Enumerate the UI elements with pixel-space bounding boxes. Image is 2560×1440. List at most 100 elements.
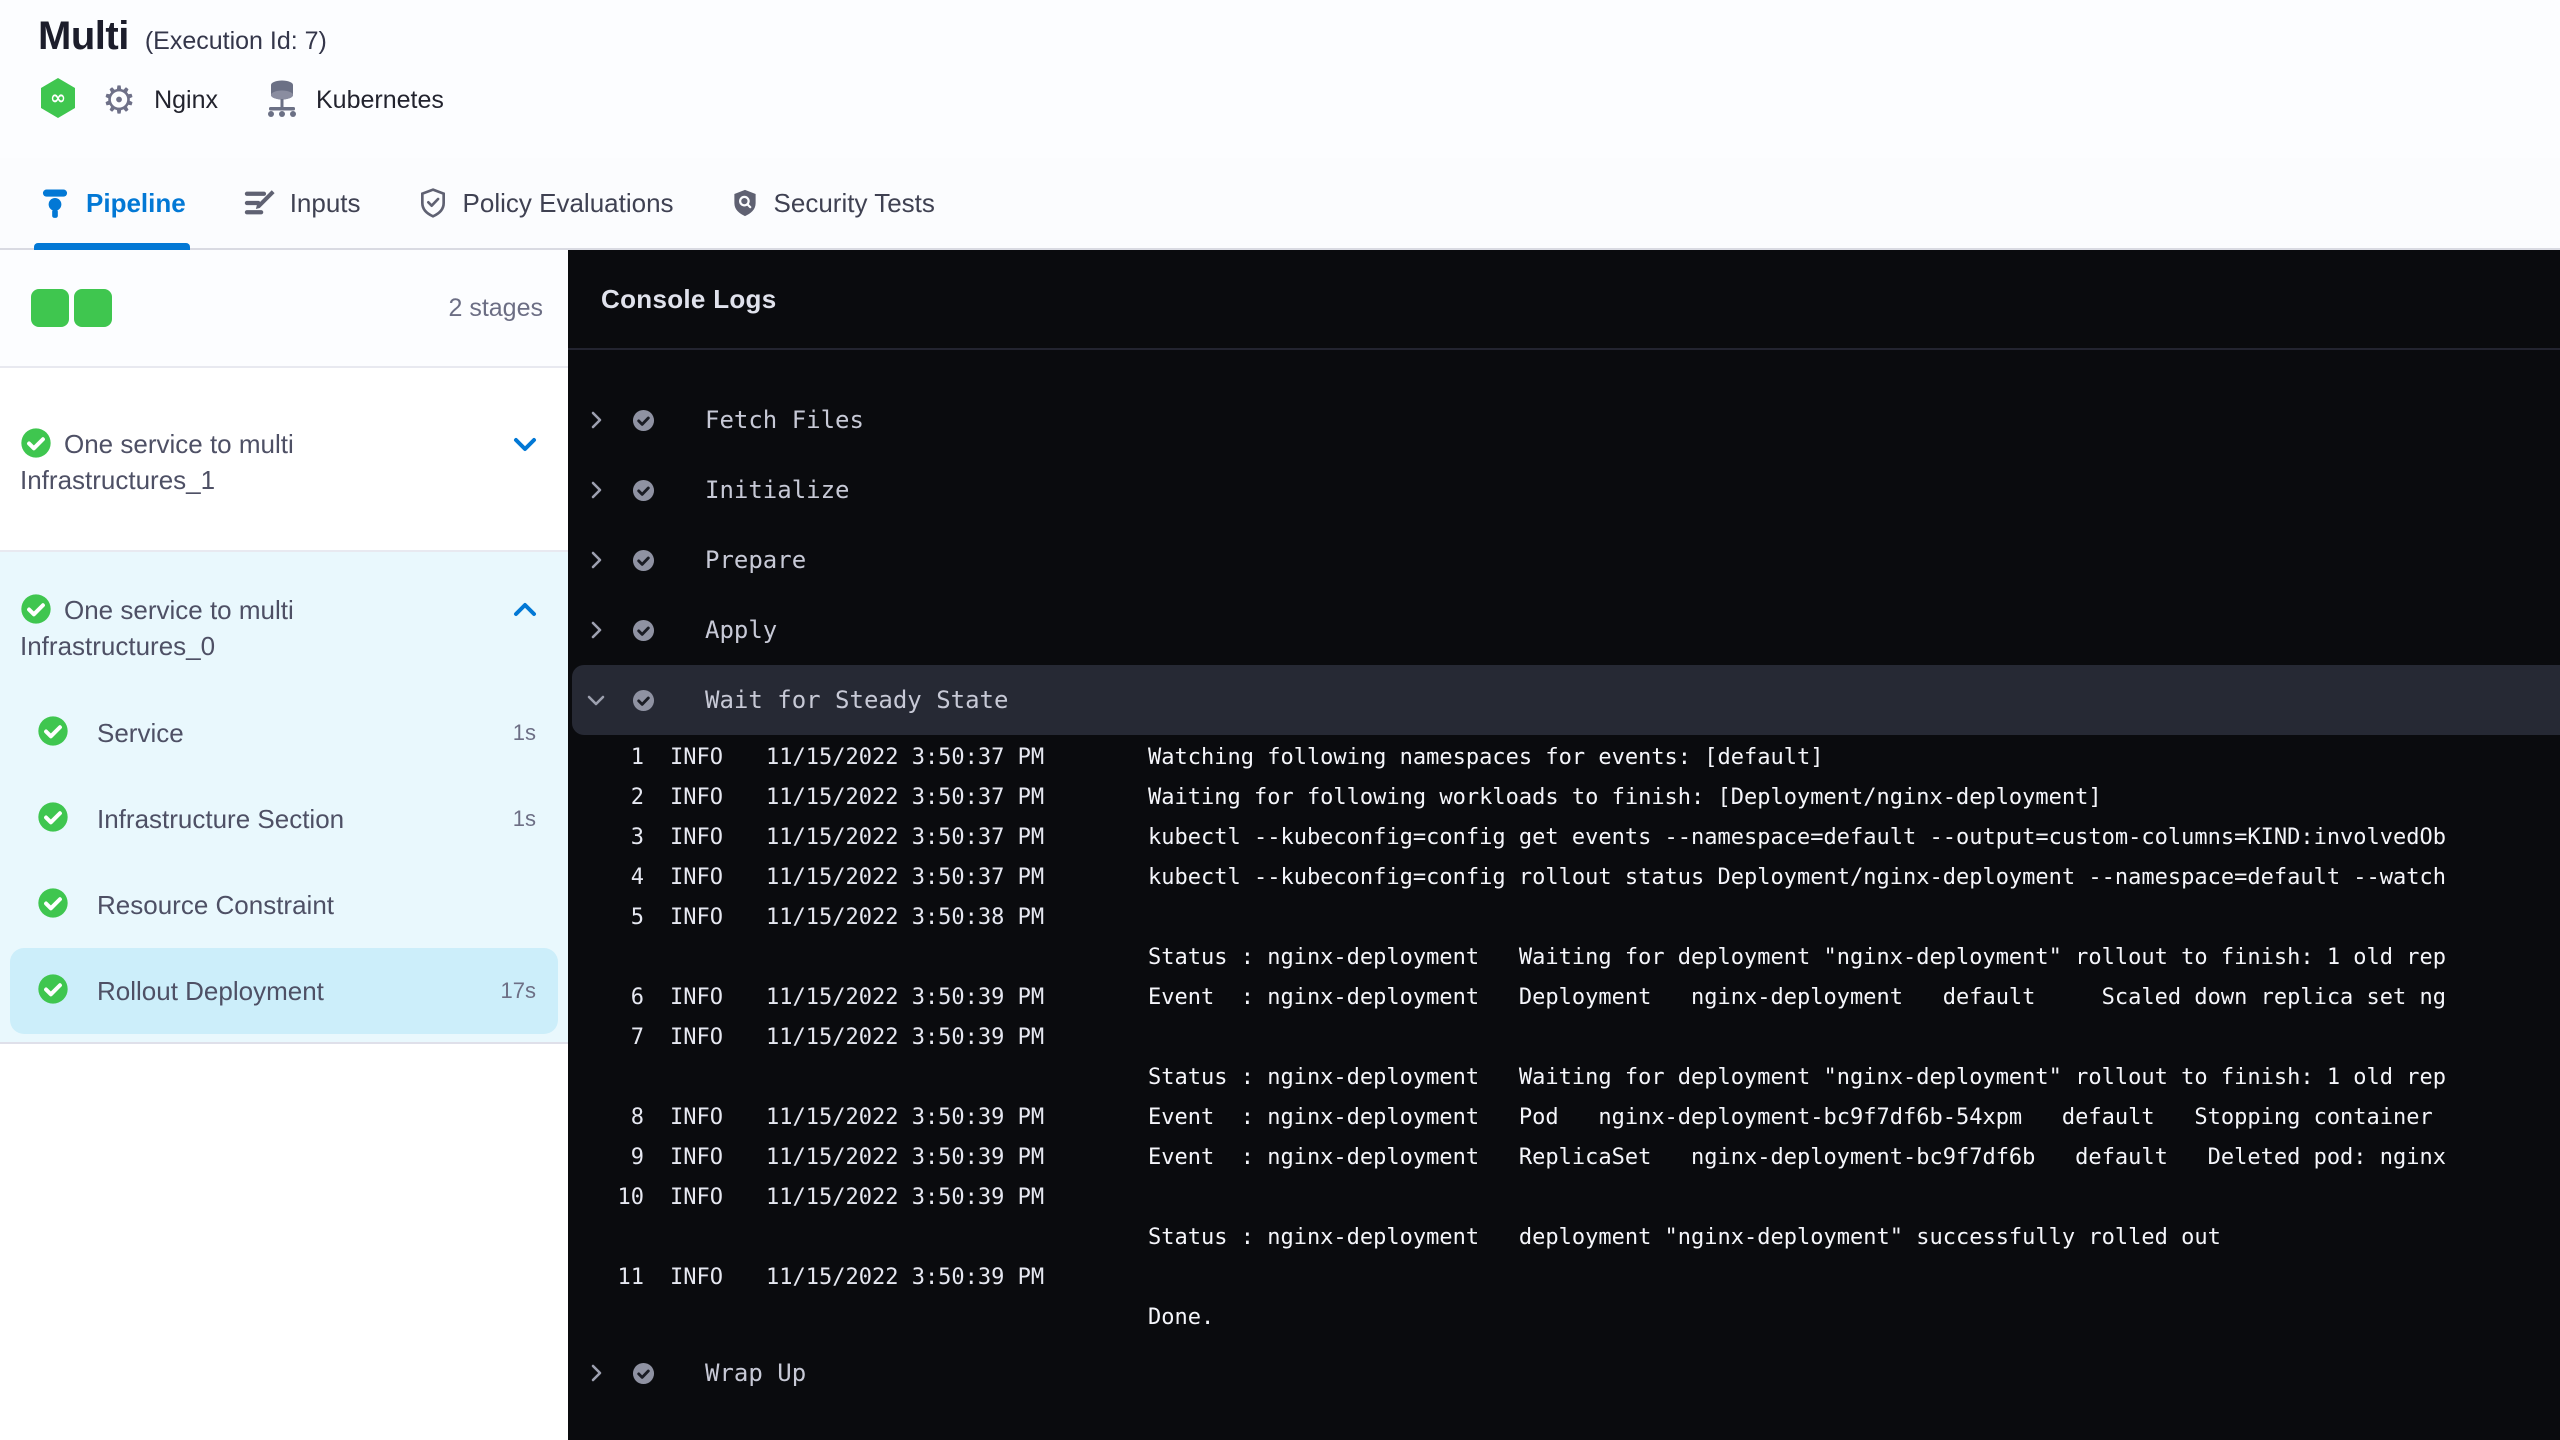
stage-graph-squares[interactable] — [31, 289, 448, 327]
console-body: Fetch Files Initialize Prepare Apply Wait fo… — [568, 350, 2560, 1408]
console-step-label: Wrap Up — [705, 1359, 807, 1387]
log-line-number: 2 — [630, 785, 644, 810]
log-level: INFO — [670, 825, 723, 850]
page-header: Multi (Execution Id: 7) ∞ ⚙ Nginx Kubern… — [0, 0, 2560, 158]
tab-label: Security Tests — [773, 187, 935, 218]
content-split: 2 stages One service to multi Infrastruc… — [0, 250, 2560, 1440]
step-label: Infrastructure Section — [97, 803, 345, 834]
log-line: Done. — [568, 1298, 2560, 1338]
title-row: Multi (Execution Id: 7) — [38, 14, 2560, 59]
log-timestamp: 11/15/2022 3:50:39 PM — [766, 1105, 1045, 1130]
log-level: INFO — [670, 1265, 723, 1290]
step-success-icon — [37, 801, 97, 838]
sidebar-step-rollout-deployment[interactable]: Rollout Deployment 17s — [10, 948, 558, 1034]
kubernetes-infrastructure-icon — [264, 78, 300, 123]
stage-square-success[interactable] — [74, 289, 112, 327]
log-timestamp: 11/15/2022 3:50:39 PM — [766, 1025, 1045, 1050]
stage-title-row[interactable]: One service to multi Infrastructures_0 — [0, 592, 568, 664]
log-line-number: 6 — [630, 985, 644, 1010]
log-level: INFO — [670, 985, 723, 1010]
log-line: 9 INFO 11/15/2022 3:50:39 PM Event : nginx-… — [568, 1138, 2560, 1178]
console-step-fetch-files[interactable]: Fetch Files — [568, 385, 2560, 455]
log-line: 3 INFO 11/15/2022 3:50:37 PM kubectl --kube… — [568, 818, 2560, 858]
tab-label: Pipeline — [86, 187, 186, 218]
log-line-number: 8 — [630, 1105, 644, 1130]
inputs-icon — [242, 186, 276, 220]
log-message: Waiting for following workloads to finis… — [1148, 785, 2102, 810]
log-line: Status : nginx-deployment Waiting for de… — [568, 1058, 2560, 1098]
log-timestamp: 11/15/2022 3:50:38 PM — [766, 905, 1045, 930]
stage-step-list: Service 1s Infrastructure Section 1s Resourc… — [0, 690, 568, 1034]
console-step-apply[interactable]: Apply — [568, 595, 2560, 665]
log-level: INFO — [670, 1105, 723, 1130]
console-step-label: Prepare — [705, 546, 807, 574]
sidebar-step-infrastructure-section[interactable]: Infrastructure Section 1s — [0, 776, 568, 862]
log-line-number — [568, 1218, 644, 1258]
tab-pipeline[interactable]: Pipeline — [34, 158, 190, 250]
log-timestamp: 11/15/2022 3:50:39 PM — [766, 1145, 1045, 1170]
log-level — [644, 1298, 766, 1338]
log-line-number: 1 — [630, 745, 644, 770]
tab-inputs[interactable]: Inputs — [238, 158, 365, 248]
console-step-wrap-up[interactable]: Wrap Up — [568, 1338, 2560, 1408]
log-level: INFO — [670, 1145, 723, 1170]
log-line: 2 INFO 11/15/2022 3:50:37 PM Waiting for fo… — [568, 778, 2560, 818]
console-panel: Console Logs Fetch Files Initialize Prepar… — [568, 250, 2560, 1440]
log-line: 4 INFO 11/15/2022 3:50:37 PM kubectl --kube… — [568, 858, 2560, 898]
step-duration: 17s — [500, 978, 536, 1003]
console-step-prepare[interactable]: Prepare — [568, 525, 2560, 595]
console-step-initialize[interactable]: Initialize — [568, 455, 2560, 525]
chevron-right-icon[interactable] — [584, 548, 608, 572]
step-success-icon — [632, 619, 655, 642]
step-duration: 1s — [512, 806, 536, 831]
sidebar-step-service[interactable]: Service 1s — [0, 690, 568, 776]
gear-icon: ⚙ — [102, 79, 137, 122]
log-level — [644, 1218, 766, 1258]
security-shield-search-icon — [730, 186, 760, 220]
step-success-icon — [632, 1362, 655, 1385]
console-step-label: Fetch Files — [705, 406, 864, 434]
log-timestamp: 11/15/2022 3:50:37 PM — [766, 785, 1045, 810]
log-timestamp: 11/15/2022 3:50:37 PM — [766, 745, 1045, 770]
sidebar-step-resource-constraint[interactable]: Resource Constraint — [0, 862, 568, 948]
chevron-right-icon[interactable] — [584, 478, 608, 502]
tab-security-tests[interactable]: Security Tests — [726, 158, 939, 248]
collapse-stage-chevron-icon[interactable] — [512, 600, 538, 625]
step-success-icon — [632, 409, 655, 432]
stages-header: 2 stages — [0, 250, 568, 368]
console-step-label: Apply — [705, 616, 778, 644]
log-message: Event : nginx-deployment Pod nginx-deplo… — [1148, 1105, 2433, 1130]
log-timestamp — [766, 1218, 1148, 1258]
svg-text:∞: ∞ — [50, 87, 66, 109]
step-success-icon — [632, 479, 655, 502]
log-timestamp: 11/15/2022 3:50:37 PM — [766, 865, 1045, 890]
stage-success-icon — [20, 594, 64, 625]
stage-success-icon — [20, 428, 64, 459]
tab-bar: Pipeline Inputs Policy Evaluations Security… — [0, 158, 2560, 250]
step-success-icon — [37, 887, 97, 924]
log-message: Status : nginx-deployment Waiting for de… — [1148, 945, 2447, 970]
step-duration: 1s — [512, 720, 536, 745]
chevron-right-icon[interactable] — [584, 618, 608, 642]
log-message: kubectl --kubeconfig=config get events -… — [1148, 825, 2447, 850]
tab-policy-evaluations[interactable]: Policy Evaluations — [413, 158, 678, 248]
log-timestamp: 11/15/2022 3:50:39 PM — [766, 1185, 1045, 1210]
log-line: Status : nginx-deployment deployment "ng… — [568, 1218, 2560, 1258]
log-level — [644, 938, 766, 978]
console-step-wait-for-steady-state[interactable]: Wait for Steady State — [572, 665, 2560, 735]
log-line-number — [568, 1058, 644, 1098]
chevron-down-icon[interactable] — [584, 688, 608, 712]
log-message: Done. — [1148, 1305, 1215, 1330]
log-line: 8 INFO 11/15/2022 3:50:39 PM Event : nginx-… — [568, 1098, 2560, 1138]
log-timestamp: 11/15/2022 3:50:37 PM — [766, 825, 1045, 850]
services-row: ∞ ⚙ Nginx Kubernetes — [38, 77, 2560, 124]
page-title: Multi — [38, 14, 129, 58]
log-timestamp — [766, 938, 1148, 978]
chevron-right-icon[interactable] — [584, 408, 608, 432]
expand-stage-chevron-icon[interactable] — [512, 434, 538, 459]
chevron-right-icon[interactable] — [584, 1361, 608, 1385]
stage-title-row[interactable]: One service to multi Infrastructures_1 — [20, 426, 548, 498]
log-line-number: 4 — [630, 865, 644, 890]
log-timestamp — [766, 1058, 1148, 1098]
stage-square-success[interactable] — [31, 289, 69, 327]
